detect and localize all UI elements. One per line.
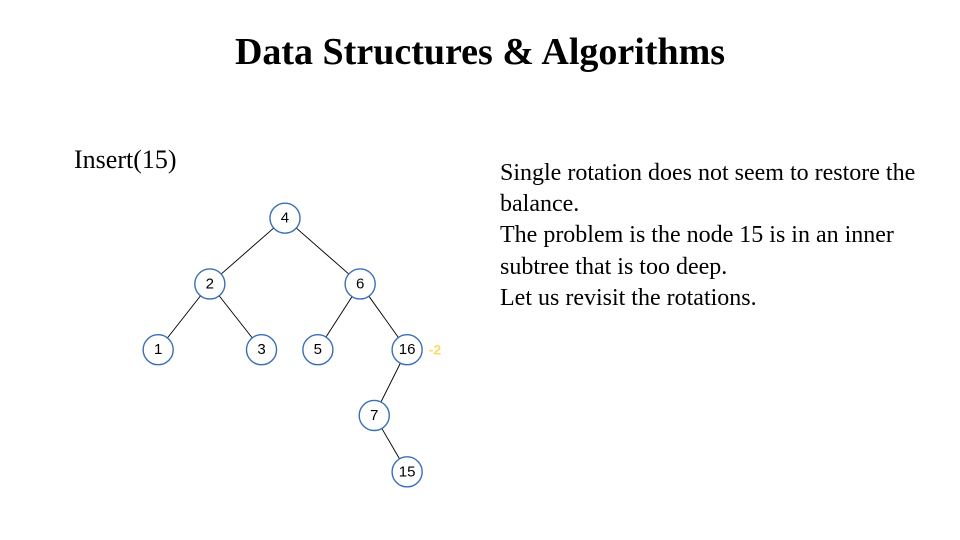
node-label: 3: [257, 341, 265, 358]
tree-node-1: 1: [143, 335, 173, 365]
tree-edge: [167, 296, 200, 338]
node-label: 6: [356, 275, 364, 292]
node-label: 1: [154, 341, 162, 358]
tree-node-15: 15: [392, 457, 422, 487]
tree-edge: [381, 363, 400, 402]
tree-node-3: 3: [246, 335, 276, 365]
tree-edge: [326, 297, 352, 337]
tree-edge: [296, 228, 349, 274]
tree-edge: [382, 428, 400, 458]
tree-nodes: 4 2 6 1 3 5 16 7 15: [143, 203, 422, 487]
tree-node-4: 4: [270, 203, 300, 233]
tree-node-7: 7: [359, 400, 389, 430]
tree-node-16: 16: [392, 335, 422, 365]
tree-node-2: 2: [195, 269, 225, 299]
tree-edge: [221, 228, 274, 274]
tree-edge: [219, 296, 252, 338]
tree-edge: [369, 296, 398, 337]
node-label: 7: [370, 407, 378, 424]
node-label: 15: [399, 463, 416, 480]
page-title: Data Structures & Algorithms: [0, 30, 960, 74]
insert-label: Insert(15): [74, 145, 177, 175]
node-label: 5: [314, 341, 322, 358]
explanation-text: Single rotation does not seem to restore…: [500, 158, 930, 314]
tree-node-5: 5: [303, 335, 333, 365]
node-label: 2: [206, 275, 214, 292]
balance-annotation: -2: [429, 342, 442, 358]
tree-diagram: 4 2 6 1 3 5 16 7 15 -2: [70, 190, 500, 500]
node-label: 16: [399, 341, 416, 358]
tree-node-6: 6: [345, 269, 375, 299]
node-label: 4: [281, 210, 289, 227]
